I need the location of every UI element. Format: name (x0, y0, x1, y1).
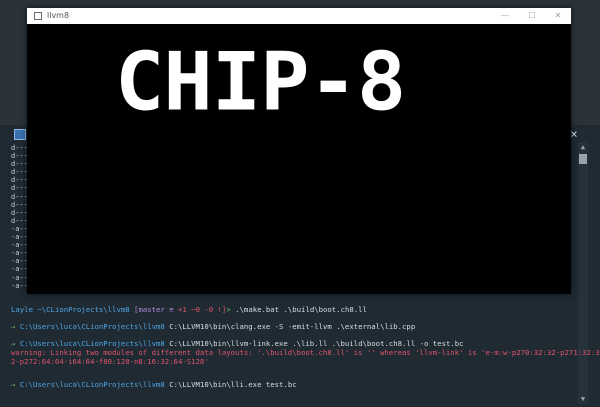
command-text: C:\LLVM10\bin\llvm-link.exe .\lib.ll .\b… (169, 339, 464, 348)
maximize-button[interactable]: ☐ (520, 8, 544, 24)
chip8-display-text: CHIP-8 (115, 35, 406, 130)
list-item: d--- (11, 176, 28, 185)
list-item: d--- (11, 168, 28, 177)
prompt-path: ~\CLionProjects\llvm8 (37, 305, 130, 314)
scroll-down-icon[interactable]: ▼ (578, 394, 588, 404)
close-button[interactable]: ✕ (546, 8, 570, 24)
arrow-icon: → (11, 380, 16, 389)
echo-path: C:\Users\luca\CLionProjects\llvm8 (19, 380, 165, 389)
git-status: +1 ~0 -0 !] (178, 305, 227, 314)
vertical-scrollbar[interactable]: ▲ ▼ (578, 142, 588, 404)
warning-message-continued: 2-p272:64:64-i64:64-f80:128-n8:16:32:64-… (11, 357, 209, 366)
command-text: C:\LLVM10\bin\lli.exe test.bc (169, 380, 297, 389)
list-item: d--- (11, 216, 28, 225)
echo-line: → C:\Users\luca\CLionProjects\llvm8 C:\L… (11, 380, 297, 389)
list-item: -a-- (11, 249, 28, 258)
window-titlebar[interactable]: llvm8 — ☐ ✕ (27, 8, 571, 24)
list-item: -a-- (11, 281, 28, 290)
list-item: d--- (11, 152, 28, 161)
echo-path: C:\Users\luca\CLionProjects\llvm8 (19, 339, 165, 348)
list-item: -a-- (11, 233, 28, 242)
warning-message: warning: Linking two modules of differen… (11, 348, 600, 357)
scroll-thumb[interactable] (579, 154, 587, 164)
list-item: -a-- (11, 257, 28, 266)
list-item: d--- (11, 184, 28, 193)
command-text: C:\LLVM10\bin\clang.exe -S -emit-llvm .\… (169, 322, 416, 331)
echo-line: → C:\Users\luca\CLionProjects\llvm8 C:\L… (11, 339, 464, 348)
llvm8-window[interactable]: llvm8 — ☐ ✕ CHIP-8 (27, 8, 571, 294)
window-title: llvm8 (47, 11, 70, 20)
list-item: -a-- (11, 241, 28, 250)
scroll-up-icon[interactable]: ▲ (578, 142, 588, 152)
list-item: d--- (11, 200, 28, 209)
prompt-line: Layle ~\CLionProjects\llvm8 [master ≡ +1… (11, 305, 367, 314)
list-item: -a-- (11, 273, 28, 282)
powershell-icon (14, 129, 26, 140)
list-item: d--- (11, 160, 28, 169)
list-item: -a-- (11, 265, 28, 274)
list-item: d--- (11, 144, 28, 152)
list-item: -a-- (11, 224, 28, 233)
list-item: d--- (11, 192, 28, 201)
arrow-icon: → (11, 339, 16, 348)
directory-listing: d--- d--- d--- d--- d--- d--- d--- d--- … (11, 144, 28, 290)
list-item: d--- (11, 208, 28, 217)
echo-line: → C:\Users\luca\CLionProjects\llvm8 C:\L… (11, 322, 415, 331)
echo-path: C:\Users\luca\CLionProjects\llvm8 (19, 322, 165, 331)
prompt-user: Layle (11, 305, 33, 314)
command-text: .\make.bat .\build\boot.ch8.ll (235, 305, 367, 314)
arrow-icon: → (11, 322, 16, 331)
prompt-arrow: > (226, 305, 231, 314)
git-branch: [master ≡ (134, 305, 174, 314)
app-icon (34, 12, 42, 20)
minimize-button[interactable]: — (493, 8, 517, 24)
